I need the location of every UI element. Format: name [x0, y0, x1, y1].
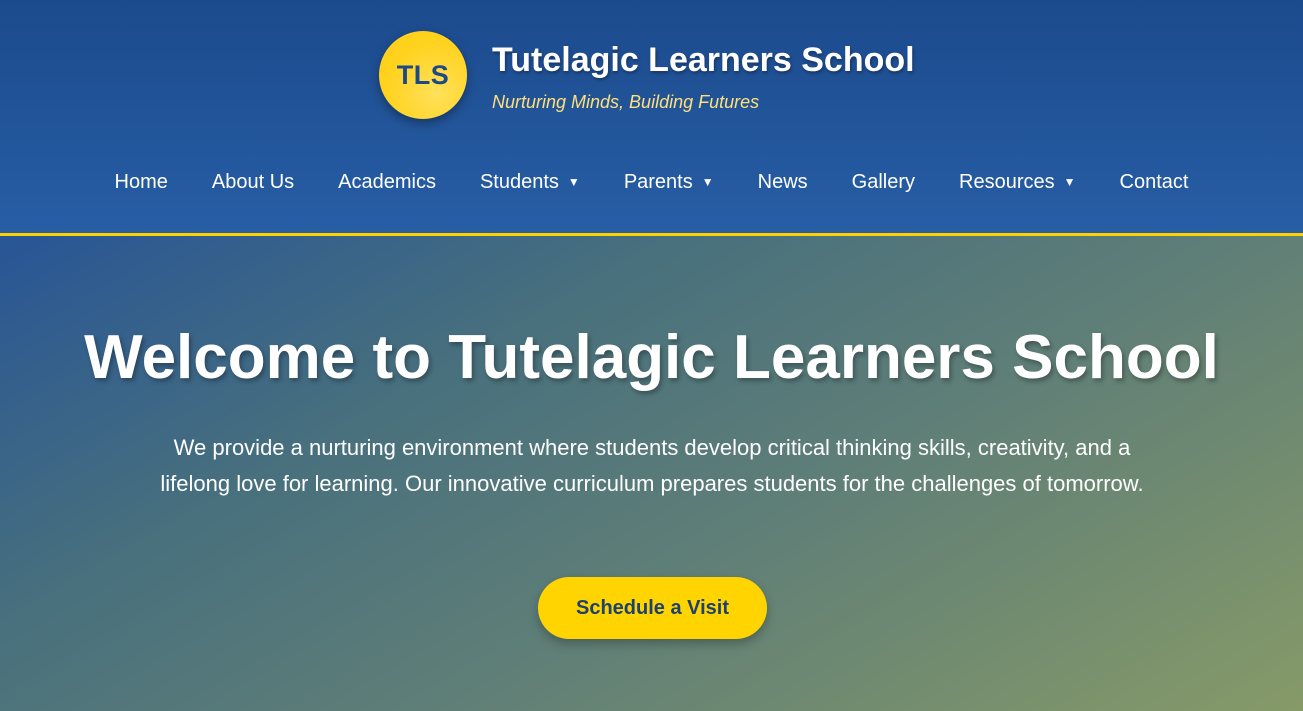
page: TLS Tutelagic Learners School Nurturing …: [0, 0, 1303, 711]
dropdown-caret-icon: ▼: [567, 175, 580, 189]
hero-section: Welcome to Tutelagic Learners School We …: [0, 236, 1303, 711]
nav-item-home[interactable]: Home: [115, 168, 168, 198]
nav-item-label: Academics: [338, 171, 436, 193]
nav-item-label: About Us: [211, 171, 295, 193]
brand[interactable]: TLS Tutelagic Learners School Nurturing …: [379, 31, 915, 119]
dropdown-caret-icon: ▼: [1063, 175, 1076, 189]
hero-description: We provide a nurturing environment where…: [160, 435, 1144, 496]
nav-item-label: Home: [114, 171, 168, 193]
dropdown-caret-icon: ▼: [701, 175, 714, 189]
nav-item-contact[interactable]: Contact: [1120, 168, 1189, 198]
nav-item-label: Parents: [623, 171, 693, 193]
nav-item-gallery[interactable]: Gallery: [852, 168, 915, 198]
nav-item-news[interactable]: News: [758, 168, 808, 198]
nav-item-label: Students: [479, 171, 559, 193]
nav-item-parents[interactable]: Parents ▼: [624, 168, 714, 198]
logo-text: TLS: [396, 59, 450, 90]
main-nav: Home About Us Academics Students ▼ Parent…: [0, 168, 1303, 198]
brand-text: Tutelagic Learners School Nurturing Mind…: [492, 40, 915, 113]
site-title: Tutelagic Learners School: [492, 41, 915, 79]
site-tagline: Nurturing Minds, Building Futures: [492, 92, 760, 112]
nav-item-academics[interactable]: Academics: [338, 168, 436, 198]
nav-item-about-us[interactable]: About Us: [212, 168, 294, 198]
site-header: TLS Tutelagic Learners School Nurturing …: [0, 0, 1303, 236]
nav-item-label: Resources: [959, 171, 1055, 193]
hero-title: Welcome to Tutelagic Learners School: [84, 323, 1219, 392]
schedule-visit-button[interactable]: Schedule a Visit: [538, 577, 767, 639]
nav-item-students[interactable]: Students ▼: [480, 168, 580, 198]
nav-item-resources[interactable]: Resources ▼: [959, 168, 1076, 198]
nav-item-label: Gallery: [851, 171, 916, 193]
nav-item-label: Contact: [1119, 171, 1189, 193]
school-logo[interactable]: TLS: [379, 31, 467, 119]
nav-item-label: News: [757, 171, 808, 193]
